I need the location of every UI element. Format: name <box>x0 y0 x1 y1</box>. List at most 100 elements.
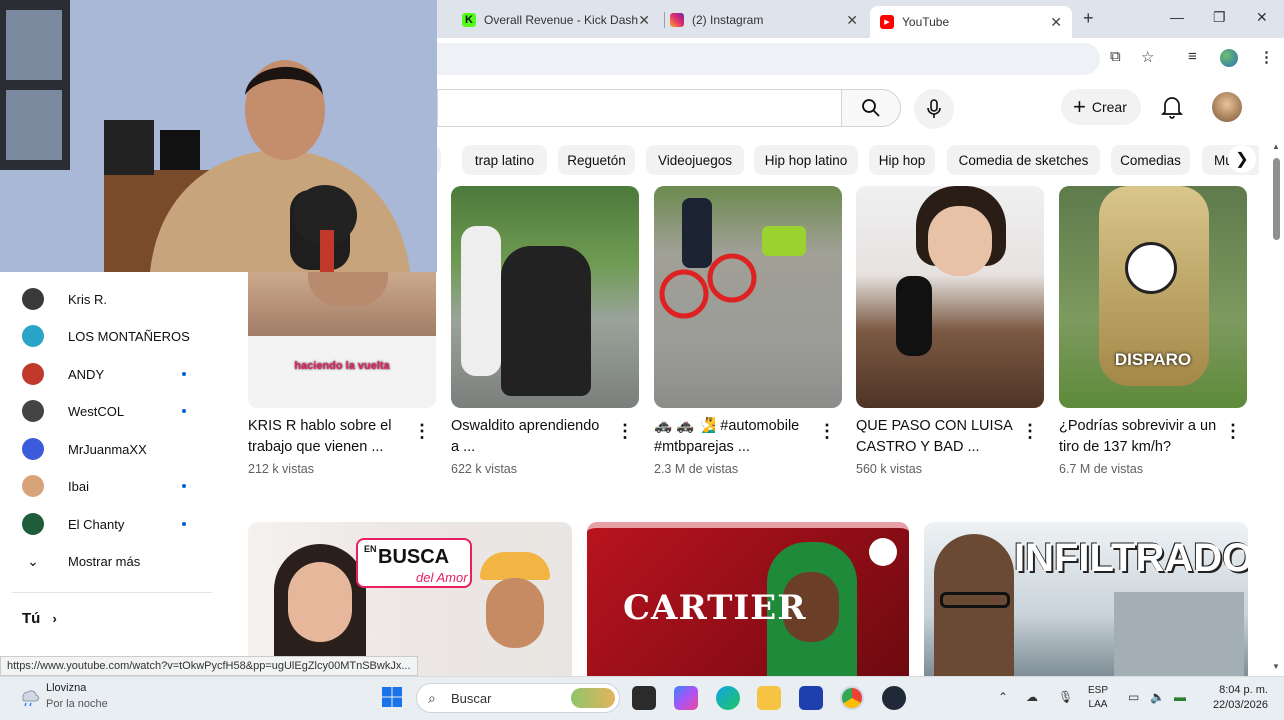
video-options-icon[interactable]: ⋮ <box>1021 422 1039 444</box>
video-title[interactable]: KRIS R hablo sobre el trabajo que vienen… <box>248 416 408 458</box>
volume-icon[interactable]: 🔈 <box>1150 690 1165 704</box>
logo-text-small: EN <box>364 544 377 554</box>
video-title[interactable]: QUE PASO CON LUISA CASTRO Y BAD ... <box>856 416 1016 458</box>
weather-title: Llovizna <box>46 682 87 694</box>
store-icon[interactable] <box>799 686 823 710</box>
install-app-icon[interactable]: ⧉ <box>1110 48 1121 65</box>
chip[interactable]: Comedias <box>1111 145 1190 175</box>
tray-expand-icon[interactable]: ⌃ <box>998 690 1008 704</box>
weather-rain-icon[interactable] <box>18 686 40 708</box>
sidebar-item-subscription[interactable]: MrJuanmaXX <box>22 436 202 462</box>
you-section-link[interactable]: Tú › <box>22 610 57 627</box>
scroll-up-arrow-icon[interactable]: ▲ <box>1272 142 1280 151</box>
status-url-tooltip: https://www.youtube.com/watch?v=tOkwPycf… <box>0 656 418 676</box>
restore-icon[interactable]: ❐ <box>1213 9 1226 26</box>
video-title[interactable]: 🚓 🚓 🧏‍♂️ #automobile #mtbparejas ... <box>654 416 814 458</box>
new-content-dot <box>182 484 186 488</box>
chip[interactable]: Comedia de sketches <box>947 145 1100 175</box>
channel-avatar <box>22 288 44 310</box>
thumbnail-caption: INFILTRADO <box>1014 536 1248 580</box>
channel-name: MrJuanmaXX <box>68 441 147 457</box>
search-icon: ⌕ <box>428 690 436 706</box>
thumbnail-classroom <box>1114 592 1244 676</box>
sidebar-item-subscription[interactable]: Ibai <box>22 473 202 499</box>
browser-profile-avatar[interactable] <box>1220 49 1238 67</box>
notifications-bell-icon[interactable] <box>1160 94 1184 120</box>
bookmark-star-icon[interactable]: ☆ <box>1141 48 1154 66</box>
sidebar-item-subscription[interactable]: Kris R. <box>22 286 202 312</box>
clock-time: 8:04 p. m. <box>1219 684 1268 696</box>
video-thumbnail[interactable]: DISPARO <box>1059 186 1247 408</box>
file-explorer-icon[interactable] <box>757 686 781 710</box>
channel-name: LOS MONTAÑEROS <box>68 328 190 344</box>
video-thumbnail[interactable] <box>654 186 842 408</box>
browser-menu-icon[interactable]: ⋮ <box>1259 48 1274 66</box>
task-view-icon[interactable] <box>632 686 656 710</box>
tray-mic-icon[interactable]: 🎙 <box>1058 690 1073 704</box>
edge-browser-icon[interactable] <box>716 686 740 710</box>
show-more-button[interactable]: ⌄ Mostrar más <box>22 548 202 574</box>
channel-avatar <box>22 363 44 385</box>
tab-instagram[interactable]: (2) Instagram ✕ <box>660 6 868 34</box>
network-icon[interactable]: ▭ <box>1128 690 1139 704</box>
video-thumbnail[interactable] <box>856 186 1044 408</box>
minimize-icon[interactable]: — <box>1170 9 1184 25</box>
sidebar-item-subscription[interactable]: LOS MONTAÑEROS <box>22 323 202 349</box>
video-thumbnail[interactable]: INFILTRADO <box>924 522 1248 676</box>
taskbar-search[interactable]: ⌕ Buscar <box>416 683 620 713</box>
chip[interactable]: s <box>437 145 441 175</box>
video-thumbnail[interactable]: EN BUSCA del Amor <box>248 522 572 676</box>
new-tab-icon[interactable]: + <box>1083 8 1094 29</box>
create-label: Crear <box>1091 99 1127 115</box>
close-tab-icon[interactable]: ✕ <box>638 12 650 29</box>
video-views: 560 k vistas <box>856 462 923 476</box>
language-indicator[interactable]: ESP LAA <box>1088 684 1108 712</box>
channel-name: El Chanty <box>68 516 125 532</box>
search-button[interactable] <box>841 89 901 127</box>
chip[interactable]: Hip hop latino <box>754 145 858 175</box>
close-window-icon[interactable]: ✕ <box>1256 9 1268 26</box>
video-thumbnail[interactable]: CARTIER <box>587 522 909 676</box>
scrollbar-thumb[interactable] <box>1273 158 1280 240</box>
create-button[interactable]: + Crear <box>1061 89 1141 125</box>
sidebar-item-subscription[interactable]: WestCOL <box>22 398 202 424</box>
chip[interactable]: Videojuegos <box>646 145 744 175</box>
video-options-icon[interactable]: ⋮ <box>1224 422 1242 444</box>
soccer-ball-icon <box>1125 242 1177 294</box>
channel-avatar <box>22 513 44 535</box>
search-input[interactable] <box>437 89 841 127</box>
voice-search-button[interactable] <box>914 89 954 129</box>
windows-start-icon[interactable] <box>381 686 403 708</box>
onedrive-icon[interactable]: ☁ <box>1026 690 1038 704</box>
video-options-icon[interactable]: ⋮ <box>616 422 634 444</box>
video-title[interactable]: ¿Podrías sobrevivir a un tiro de 137 km/… <box>1059 416 1219 458</box>
sidebar-item-subscription[interactable]: ANDY <box>22 361 202 387</box>
new-content-dot <box>182 372 186 376</box>
chip[interactable]: trap latino <box>462 145 547 175</box>
tab-label: Overall Revenue - Kick Dash <box>484 13 639 27</box>
scroll-down-arrow-icon[interactable]: ▼ <box>1272 662 1280 671</box>
video-title[interactable]: Oswaldito aprendiendo a ... <box>451 416 611 458</box>
obs-icon[interactable] <box>882 686 906 710</box>
video-thumbnail[interactable] <box>451 186 639 408</box>
tab-kick[interactable]: K Overall Revenue - Kick Dash ✕ <box>452 6 660 34</box>
video-options-icon[interactable]: ⋮ <box>818 422 836 444</box>
chips-next-button[interactable]: ❯ <box>1228 145 1256 173</box>
account-avatar[interactable] <box>1212 92 1242 122</box>
channel-name: WestCOL <box>68 403 125 419</box>
close-tab-icon[interactable]: ✕ <box>1050 14 1062 31</box>
media-controls-icon[interactable]: ≡ <box>1188 48 1197 65</box>
tab-youtube[interactable]: ▶ YouTube ✕ <box>870 6 1072 38</box>
sidebar-item-subscription[interactable]: El Chanty <box>22 511 202 537</box>
chip[interactable]: Reguetón <box>558 145 635 175</box>
channel-avatar <box>22 475 44 497</box>
thumbnail-logo-box: EN BUSCA del Amor <box>356 538 472 588</box>
taskbar-clock[interactable]: 8:04 p. m. 22/03/2026 <box>1206 683 1268 713</box>
battery-icon[interactable]: ▬ <box>1174 690 1186 704</box>
weather-subtitle: Por la noche <box>46 698 108 710</box>
video-options-icon[interactable]: ⋮ <box>413 422 431 444</box>
copilot-icon[interactable] <box>674 686 698 710</box>
chip[interactable]: Hip hop <box>869 145 935 175</box>
chrome-icon[interactable] <box>840 686 864 710</box>
close-tab-icon[interactable]: ✕ <box>846 12 858 29</box>
